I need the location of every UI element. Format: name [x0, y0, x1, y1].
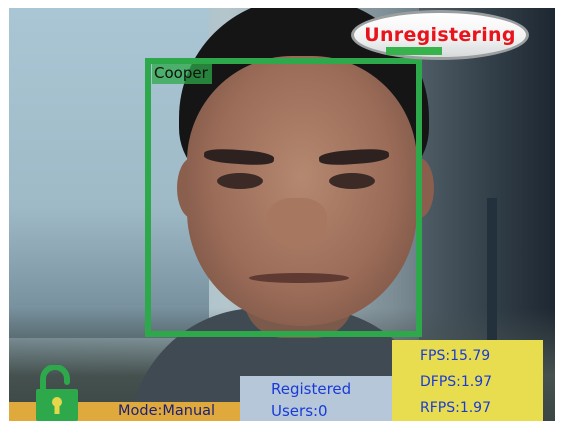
dfps-readout: DFPS:1.97: [420, 374, 493, 390]
unlocked-padlock-icon: [36, 364, 78, 421]
registered-label: Registered: [271, 380, 352, 398]
face-name-label: Cooper: [152, 62, 212, 84]
rfps-readout: RFPS:1.97: [420, 400, 491, 416]
face-detection-box: [145, 58, 422, 337]
registered-users-count: Users:0: [271, 402, 328, 420]
status-text: Unregistering: [364, 24, 516, 46]
background-cable: [487, 198, 497, 348]
camera-screen: Cooper Unregistering FPS:15.79 DFPS:1.97…: [0, 0, 566, 429]
fps-readout: FPS:15.79: [420, 348, 491, 364]
lock-button[interactable]: [33, 364, 85, 421]
mode-label[interactable]: Mode:Manual: [118, 402, 215, 421]
